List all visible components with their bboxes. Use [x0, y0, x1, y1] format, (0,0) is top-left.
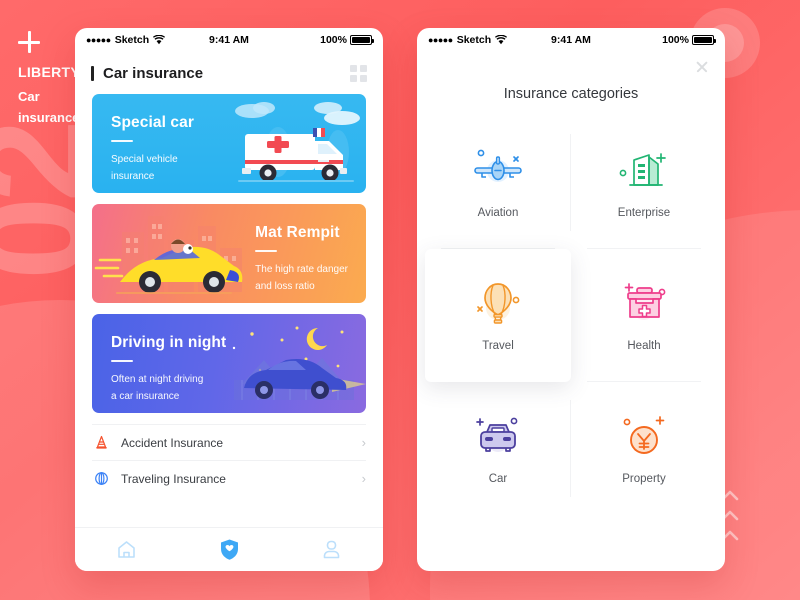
title-accent-bar [91, 65, 94, 81]
card-rule [111, 360, 133, 362]
status-bar: ●●●●● Sketch 9:41 AM 100% [417, 28, 725, 52]
sheet-header [417, 52, 725, 86]
category-label: Enterprise [617, 206, 671, 219]
screenshot-canvas: 02 LIBERTY Car insurance ●●●●● Sketch 9:… [0, 0, 800, 600]
page-title: Car insurance [103, 64, 204, 82]
wifi-icon [153, 35, 166, 45]
close-icon[interactable] [695, 60, 709, 74]
nav-bar: Car insurance [75, 52, 383, 94]
card-desc-line1: The high rate danger [255, 264, 348, 275]
traffic-cone-icon [92, 434, 110, 452]
card-desc-line2: and loss ratio [255, 281, 315, 292]
category-label: Property [622, 472, 666, 485]
brand-subtitle-line2: insurance [18, 110, 80, 125]
tab-profile[interactable] [280, 539, 383, 560]
airplane-icon [474, 149, 522, 182]
list-item-accident-insurance[interactable]: Accident Insurance › [92, 424, 366, 460]
card-desc-line1: Special vehicle [111, 154, 178, 165]
chevron-right-icon: › [361, 435, 366, 450]
category-label: Car [488, 472, 508, 485]
carrier-label: Sketch [114, 34, 150, 46]
plus-icon[interactable] [18, 31, 40, 53]
tab-home[interactable] [75, 539, 178, 560]
phone-screen-car-insurance: ●●●●● Sketch 9:41 AM 100% Car insurance [75, 28, 383, 571]
brand-subtitle-line1: Car [18, 89, 40, 104]
list-item-traveling-insurance[interactable]: Traveling Insurance › [92, 460, 366, 496]
list-item-label: Accident Insurance [121, 435, 224, 450]
battery-full-icon [349, 35, 374, 45]
office-building-icon [619, 152, 666, 186]
category-label: Travel [482, 339, 514, 352]
battery-percent-label: 100% [662, 34, 689, 46]
card-desc-line2: insurance [111, 171, 155, 182]
promo-card-list: Special car Special vehicle insurance Ma… [75, 94, 383, 413]
promo-card-special-car[interactable]: Special car Special vehicle insurance [92, 94, 366, 193]
insurance-list: Accident Insurance › Traveling Insurance… [75, 424, 383, 496]
promo-card-mat-rempit[interactable]: Mat Rempit The high rate danger and loss… [92, 204, 366, 303]
category-label: Health [627, 339, 661, 352]
category-grid: Aviation Enterprise Travel Health Car Pr… [425, 116, 717, 515]
globe-icon [92, 470, 110, 488]
home-icon [118, 541, 135, 558]
card-title: Special car [111, 114, 194, 131]
category-car[interactable]: Car [425, 382, 571, 515]
category-label: Aviation [477, 206, 519, 219]
phone-screen-insurance-categories: ●●●●● Sketch 9:41 AM 100% Insurance cate… [417, 28, 725, 571]
battery-full-icon [691, 35, 716, 45]
signal-dots-icon: ●●●●● [428, 35, 453, 45]
list-item-label: Traveling Insurance [121, 471, 226, 486]
signal-dots-icon: ●●●●● [86, 35, 111, 45]
tab-insurance[interactable] [178, 538, 281, 561]
battery-percent-label: 100% [320, 34, 347, 46]
tab-bar [75, 527, 383, 571]
hot-air-balloon-icon [477, 282, 520, 324]
user-icon [323, 540, 340, 559]
shield-icon [220, 539, 238, 560]
card-title: Driving in night [111, 334, 227, 351]
brand-label: LIBERTY [18, 64, 80, 80]
first-aid-kit-icon [624, 282, 666, 320]
category-enterprise[interactable]: Enterprise [571, 116, 717, 249]
status-time: 9:41 AM [209, 34, 249, 46]
status-time: 9:41 AM [551, 34, 591, 46]
status-bar: ●●●●● Sketch 9:41 AM 100% [75, 28, 383, 52]
category-property[interactable]: Property [571, 382, 717, 515]
yuan-coin-icon [623, 415, 665, 454]
carrier-label: Sketch [456, 34, 492, 46]
card-desc-line1: Often at night driving [111, 374, 204, 385]
sheet-title: Insurance categories [503, 86, 639, 102]
category-aviation[interactable]: Aviation [425, 116, 571, 249]
category-travel[interactable]: Travel [425, 249, 571, 382]
promo-card-driving-in-night[interactable]: Driving in night Often at night driving … [92, 314, 366, 413]
card-desc-line2: a car insurance [111, 391, 180, 402]
chevron-right-icon: › [361, 471, 366, 486]
grid-view-icon[interactable] [350, 64, 367, 82]
card-title: Mat Rempit [255, 224, 340, 241]
card-rule [111, 140, 133, 142]
card-rule [255, 250, 278, 252]
category-health[interactable]: Health [571, 249, 717, 382]
car-front-icon [476, 417, 518, 452]
wifi-icon [495, 35, 508, 45]
